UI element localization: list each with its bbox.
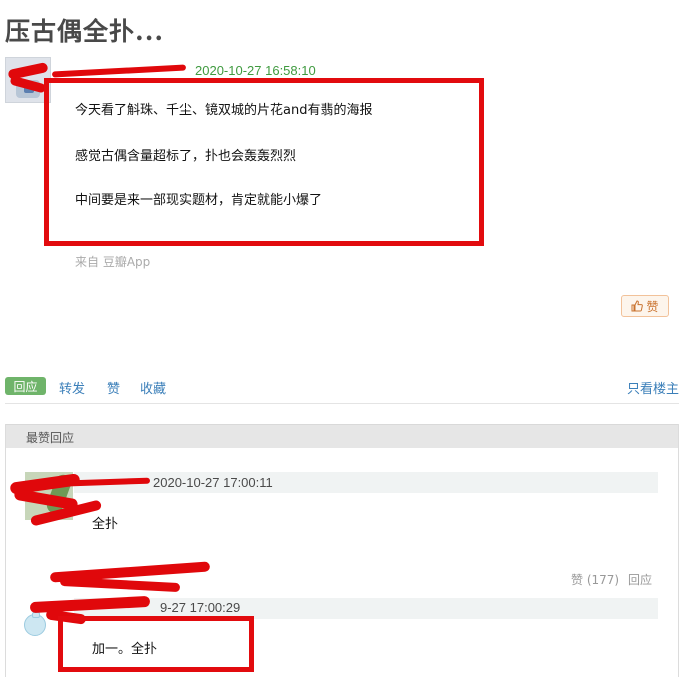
section-title: 最赞回应 bbox=[26, 431, 75, 445]
avatar-cap bbox=[32, 612, 40, 618]
divider bbox=[5, 403, 679, 404]
reply-text: 加一。全扑 bbox=[92, 642, 158, 657]
reply-likes[interactable]: 赞 (177) bbox=[571, 571, 619, 588]
like-button[interactable]: 赞 bbox=[621, 295, 669, 317]
action-bar: 回应 转发 赞 收藏 只看楼主 bbox=[5, 377, 679, 397]
like-link[interactable]: 赞 bbox=[107, 378, 120, 397]
thumbs-up-icon bbox=[631, 300, 644, 312]
reply-date: 9-27 17:00:29 bbox=[160, 600, 241, 615]
post-line: 今天看了斛珠、千尘、镜双城的片花and有翡的海报 bbox=[75, 103, 373, 118]
reply-link[interactable]: 回应 bbox=[628, 571, 652, 588]
only-op-link[interactable]: 只看楼主 bbox=[627, 378, 679, 397]
reply-button[interactable]: 回应 bbox=[5, 377, 46, 395]
page-title: 压古偶全扑... bbox=[5, 17, 165, 46]
post-source: 来自 豆瓣App bbox=[75, 255, 151, 269]
forward-link[interactable]: 转发 bbox=[59, 378, 85, 397]
redaction-scribble bbox=[51, 64, 187, 78]
reply-date: 2020-10-27 17:00:11 bbox=[153, 475, 273, 490]
post-date: 2020-10-27 16:58:10 bbox=[195, 63, 316, 78]
section-header: 最赞回应 bbox=[6, 424, 678, 448]
reply-text: 全扑 bbox=[92, 517, 119, 532]
reply-avatar[interactable] bbox=[24, 612, 46, 636]
post-line: 中间要是来一部现实题材，肯定就能小爆了 bbox=[75, 193, 323, 208]
collect-link[interactable]: 收藏 bbox=[140, 378, 166, 397]
post-line: 感觉古偶含量超标了，扑也会轰轰烈烈 bbox=[75, 149, 297, 164]
like-button-label: 赞 bbox=[646, 299, 659, 314]
